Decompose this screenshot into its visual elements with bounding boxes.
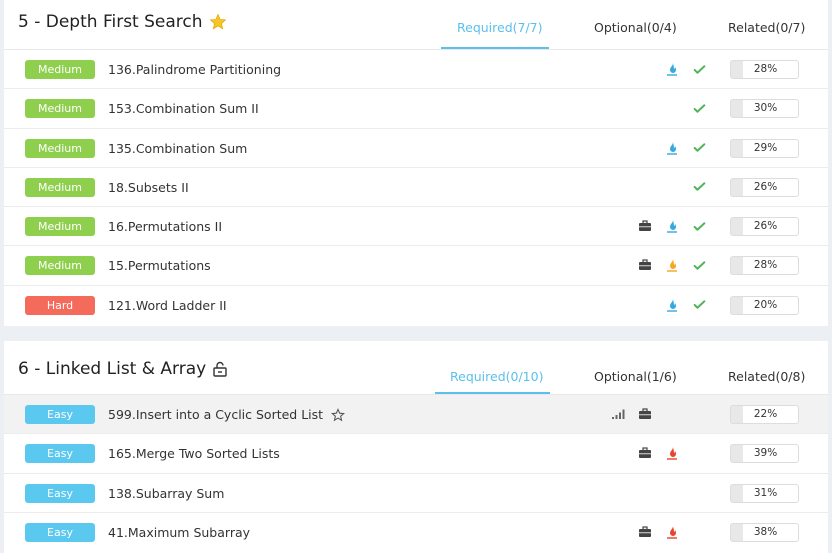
tab-optional[interactable]: Optional(1/6)	[594, 369, 677, 384]
difficulty-badge: Hard	[25, 295, 95, 315]
problem-row[interactable]: Easy 41.Maximum Subarray 38%	[4, 513, 828, 552]
section-header: 6 - Linked List & Array Required(0/10) O…	[4, 341, 828, 395]
tab-required[interactable]: Required(0/10)	[450, 369, 543, 384]
flame-icon	[665, 298, 679, 312]
problem-name-text[interactable]: 15.Permutations	[108, 258, 211, 273]
check-icon	[692, 101, 706, 115]
difficulty-badge: Medium	[25, 60, 95, 79]
section-linked-list-array: 6 - Linked List & Array Required(0/10) O…	[4, 341, 828, 553]
problem-name-text[interactable]: 135.Combination Sum	[108, 141, 247, 156]
acceptance-rate: 22%	[730, 405, 799, 424]
problem-name-link[interactable]: 41.Maximum Subarray	[108, 525, 250, 540]
check-icon	[692, 180, 706, 194]
section-depth-first-search: 5 - Depth First Search Required(7/7) Opt…	[4, 0, 828, 326]
check-icon	[692, 258, 706, 272]
acceptance-rate: 26%	[730, 177, 799, 197]
problem-name-link[interactable]: 138.Subarray Sum	[108, 486, 224, 501]
acceptance-rate: 30%	[730, 99, 799, 119]
tab-optional[interactable]: Optional(0/4)	[594, 20, 677, 35]
flame-icon	[665, 62, 679, 76]
problem-row[interactable]: Hard 121.Word Ladder II 20%	[4, 286, 828, 325]
problem-row[interactable]: Easy 138.Subarray Sum 31%	[4, 474, 828, 513]
problem-name-text[interactable]: 136.Palindrome Partitioning	[108, 62, 281, 77]
problem-row[interactable]: Medium 15.Permutations 28%	[4, 246, 828, 286]
problem-row[interactable]: Easy 599.Insert into a Cyclic Sorted List…	[4, 395, 828, 435]
acceptance-rate: 29%	[730, 138, 799, 158]
acceptance-rate: 20%	[730, 295, 799, 315]
flame-icon	[665, 141, 679, 155]
problem-name-link[interactable]: 18.Subsets II	[108, 180, 189, 195]
problem-name-text[interactable]: 16.Permutations II	[108, 219, 222, 234]
problem-name-text[interactable]: 153.Combination Sum II	[108, 101, 259, 116]
section-header: 5 - Depth First Search Required(7/7) Opt…	[4, 0, 828, 50]
problem-list: Medium 136.Palindrome Partitioning 28% Medi…	[4, 50, 828, 325]
tab-active-underline	[435, 392, 550, 394]
check-icon	[692, 141, 706, 155]
difficulty-badge: Easy	[25, 405, 95, 424]
acceptance-rate: 28%	[730, 256, 799, 276]
acceptance-rate: 38%	[730, 522, 799, 542]
problem-row[interactable]: Medium 135.Combination Sum 29%	[4, 129, 828, 168]
section-title: 6 - Linked List & Array	[18, 359, 228, 379]
problem-name-text[interactable]: 599.Insert into a Cyclic Sorted List	[108, 407, 323, 422]
briefcase-icon	[638, 407, 652, 421]
problem-name-link[interactable]: 165.Merge Two Sorted Lists	[108, 446, 280, 461]
problem-name-link[interactable]: 599.Insert into a Cyclic Sorted List	[108, 407, 346, 422]
briefcase-icon	[638, 446, 652, 460]
flame-icon	[665, 258, 679, 273]
section-title: 5 - Depth First Search	[18, 12, 227, 32]
tab-required[interactable]: Required(7/7)	[457, 20, 543, 35]
acceptance-rate: 26%	[730, 217, 799, 237]
flame-icon	[665, 446, 679, 460]
problem-name-text[interactable]: 165.Merge Two Sorted Lists	[108, 446, 280, 461]
difficulty-badge: Easy	[25, 444, 95, 464]
problem-row[interactable]: Medium 153.Combination Sum II 30%	[4, 89, 828, 129]
difficulty-badge: Easy	[25, 522, 95, 542]
problem-row[interactable]: Medium 18.Subsets II 26%	[4, 168, 828, 208]
flame-icon	[665, 525, 679, 539]
difficulty-badge: Medium	[25, 177, 95, 197]
difficulty-badge: Easy	[25, 483, 95, 503]
problem-name-link[interactable]: 15.Permutations	[108, 258, 211, 273]
briefcase-icon	[638, 525, 652, 539]
section-title-text: 5 - Depth First Search	[18, 12, 203, 32]
check-icon	[692, 62, 706, 76]
briefcase-icon	[638, 258, 652, 272]
star-outline-icon[interactable]	[331, 407, 346, 422]
problem-name-link[interactable]: 153.Combination Sum II	[108, 101, 259, 116]
problem-row[interactable]: Medium 136.Palindrome Partitioning 28%	[4, 50, 828, 90]
tab-related[interactable]: Related(0/7)	[728, 20, 805, 35]
acceptance-rate: 31%	[730, 483, 799, 503]
check-icon	[692, 219, 706, 233]
problem-name-link[interactable]: 16.Permutations II	[108, 219, 222, 234]
section-title-text: 6 - Linked List & Array	[18, 359, 207, 379]
problem-name-link[interactable]: 121.Word Ladder II	[108, 298, 227, 313]
problem-name-link[interactable]: 135.Combination Sum	[108, 141, 247, 156]
problem-name-text[interactable]: 18.Subsets II	[108, 180, 189, 195]
tab-active-underline	[441, 47, 549, 49]
difficulty-badge: Medium	[25, 138, 95, 158]
problem-name-link[interactable]: 136.Palindrome Partitioning	[108, 62, 281, 77]
star-filled-icon[interactable]	[209, 13, 227, 31]
signal-bars-icon	[611, 407, 625, 421]
difficulty-badge: Medium	[25, 99, 95, 119]
difficulty-badge: Medium	[25, 217, 95, 237]
problem-row[interactable]: Medium 16.Permutations II 26%	[4, 207, 828, 247]
difficulty-badge: Medium	[25, 256, 95, 276]
problem-name-text[interactable]: 121.Word Ladder II	[108, 298, 227, 313]
check-icon	[692, 298, 706, 312]
unlock-icon	[212, 361, 228, 377]
briefcase-icon	[638, 219, 652, 233]
problem-list: Easy 599.Insert into a Cyclic Sorted List…	[4, 395, 828, 552]
tab-related[interactable]: Related(0/8)	[728, 369, 805, 384]
problem-name-text[interactable]: 41.Maximum Subarray	[108, 525, 250, 540]
problem-row[interactable]: Easy 165.Merge Two Sorted Lists 39%	[4, 434, 828, 474]
acceptance-rate: 39%	[730, 444, 799, 464]
acceptance-rate: 28%	[730, 60, 799, 79]
flame-icon	[665, 219, 679, 233]
problem-name-text[interactable]: 138.Subarray Sum	[108, 486, 224, 501]
